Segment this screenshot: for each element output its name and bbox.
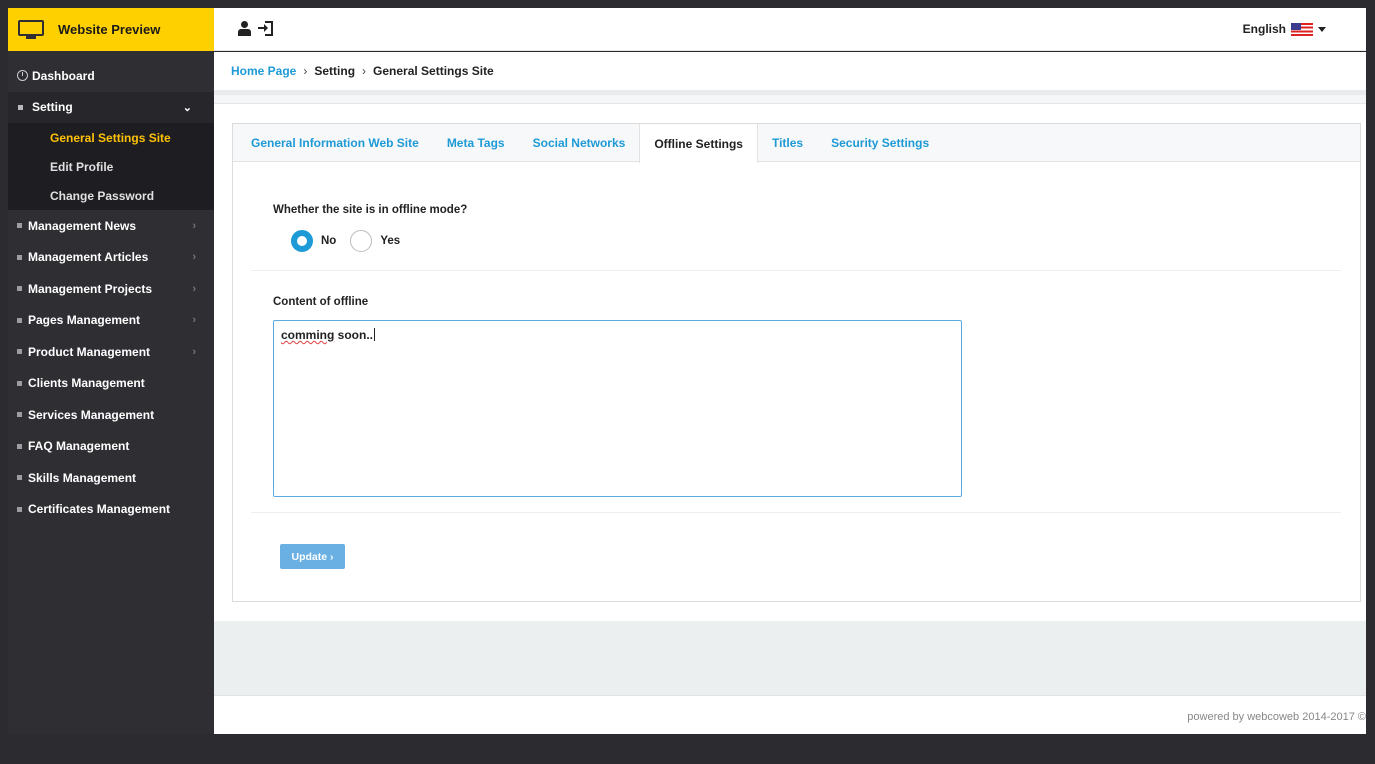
bullet-icon	[17, 380, 22, 386]
bullet-icon	[17, 254, 22, 260]
tab-social-networks[interactable]: Social Networks	[519, 124, 640, 162]
topbar: English	[214, 8, 1366, 51]
bullet-icon	[17, 223, 22, 229]
radio-no-label: No	[321, 235, 337, 247]
sidebar-subitem-general-settings[interactable]: General Settings Site	[8, 123, 214, 152]
breadcrumb: Home Page › Setting › General Settings S…	[214, 52, 1366, 90]
sidebar-item-faq-management[interactable]: FAQ Management	[8, 431, 214, 463]
radio-yes-label: Yes	[380, 235, 401, 247]
breadcrumb-current: General Settings Site	[373, 64, 494, 78]
bullet-icon	[17, 475, 22, 481]
dashboard-icon	[17, 70, 28, 82]
settings-panel: General Information Web Site Meta Tags S…	[232, 123, 1361, 602]
radio-no[interactable]: No	[291, 230, 336, 252]
sidebar-item-label: Pages Management	[28, 313, 141, 328]
offline-content-textarea[interactable]: comming soon..	[273, 320, 962, 497]
tab-titles[interactable]: Titles	[758, 124, 817, 162]
content-text: soon..	[334, 328, 374, 342]
sidebar-item-label: Management Articles	[28, 250, 149, 265]
form-divider	[251, 512, 1341, 513]
content-bottom-band	[214, 621, 1366, 695]
breadcrumb-separator: ›	[303, 64, 308, 78]
misspelled-word: comming	[281, 328, 335, 342]
sidebar-item-setting[interactable]: Setting ⌄	[8, 91, 214, 123]
form-divider	[251, 270, 1341, 271]
us-flag-icon	[1291, 22, 1313, 36]
sidebar-item-services-management[interactable]: Services Management	[8, 399, 214, 431]
breadcrumb-home-link[interactable]: Home Page	[231, 64, 296, 78]
bullet-icon	[18, 104, 23, 110]
sidebar-item-label: Clients Management	[28, 376, 145, 391]
sidebar-nav: Dashboard Setting ⌄ General Settings Sit…	[8, 60, 214, 525]
chevron-right-icon: ›	[192, 314, 196, 327]
main-content: General Information Web Site Meta Tags S…	[214, 95, 1366, 621]
footer-credit: powered by webcoweb 2014-2017 ©	[1187, 711, 1366, 723]
footer: powered by webcoweb 2014-2017 ©	[214, 695, 1366, 734]
radio-checked-icon	[291, 230, 313, 252]
bullet-icon	[17, 443, 22, 449]
chevron-right-icon: ›	[192, 219, 196, 232]
chevron-right-icon: ›	[192, 345, 196, 358]
text-cursor	[374, 328, 376, 341]
breadcrumb-setting[interactable]: Setting	[314, 64, 355, 78]
sidebar-item-certificates-management[interactable]: Certificates Management	[8, 494, 214, 526]
bullet-icon	[17, 506, 22, 512]
content-top-strip	[214, 95, 1366, 104]
setting-submenu: General Settings Site Edit Profile Chang…	[8, 123, 214, 210]
tab-meta-tags[interactable]: Meta Tags	[433, 124, 519, 162]
caret-down-icon	[1318, 26, 1326, 32]
language-label: English	[1242, 22, 1286, 36]
brand-title: Website Preview	[58, 22, 161, 37]
sidebar-item-product-management[interactable]: Product Management ›	[8, 336, 214, 368]
sidebar-item-pages-management[interactable]: Pages Management ›	[8, 305, 214, 337]
bullet-icon	[17, 317, 22, 323]
language-selector[interactable]: English	[1243, 22, 1326, 36]
sidebar-item-label: Management Projects	[28, 281, 153, 296]
chevron-right-icon: ›	[192, 282, 196, 295]
bullet-icon	[17, 412, 22, 418]
sidebar-item-clients-management[interactable]: Clients Management	[8, 368, 214, 400]
radio-unchecked-icon	[350, 230, 373, 252]
update-button[interactable]: Update ›	[280, 544, 345, 569]
sidebar-item-label: Certificates Management	[28, 502, 171, 517]
sidebar-item-label: Product Management	[28, 344, 151, 359]
sidebar-item-label: Management News	[28, 218, 137, 233]
chevron-down-icon: ⌄	[182, 101, 192, 114]
bullet-icon	[17, 286, 22, 292]
radio-yes[interactable]: Yes	[350, 230, 400, 252]
sidebar-item-label: Services Management	[28, 407, 155, 422]
sidebar-item-skills-management[interactable]: Skills Management	[8, 462, 214, 494]
sidebar-item-label: Skills Management	[28, 470, 137, 485]
tab-offline-settings[interactable]: Offline Settings	[639, 124, 758, 163]
tab-general-information[interactable]: General Information Web Site	[237, 124, 433, 162]
sidebar-item-management-news[interactable]: Management News ›	[8, 210, 214, 242]
chevron-right-icon: ›	[192, 251, 196, 264]
website-preview-button[interactable]: Website Preview	[8, 8, 214, 51]
monitor-icon	[18, 19, 44, 40]
logout-icon[interactable]	[258, 21, 276, 37]
sidebar-item-dashboard[interactable]: Dashboard	[8, 60, 214, 92]
sidebar-item-label: Setting	[32, 100, 73, 115]
breadcrumb-separator: ›	[362, 64, 367, 78]
offline-mode-label: Whether the site is in offline mode?	[273, 204, 468, 216]
sidebar-item-label: Dashboard	[32, 68, 95, 83]
sidebar-item-management-projects[interactable]: Management Projects ›	[8, 273, 214, 305]
tab-security-settings[interactable]: Security Settings	[817, 124, 943, 162]
sidebar-item-management-articles[interactable]: Management Articles ›	[8, 242, 214, 274]
sidebar-subitem-edit-profile[interactable]: Edit Profile	[8, 152, 214, 181]
sidebar: Website Preview Dashboard Setting ⌄ Gene…	[8, 8, 220, 734]
user-icon[interactable]	[236, 21, 254, 37]
sidebar-item-label: FAQ Management	[28, 439, 130, 454]
bullet-icon	[17, 349, 22, 355]
offline-content-label: Content of offline	[273, 296, 369, 308]
settings-tabs: General Information Web Site Meta Tags S…	[233, 124, 1360, 163]
sidebar-subitem-change-password[interactable]: Change Password	[8, 181, 214, 210]
offline-mode-radio-group: No Yes	[291, 230, 414, 252]
